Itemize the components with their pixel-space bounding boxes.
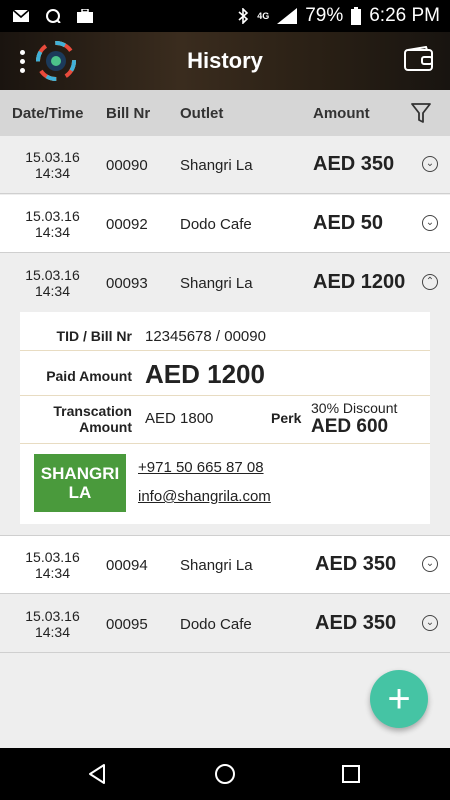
table-row[interactable]: 15.03.16 14:34 00090 Shangri La AED 350 ⌄ — [0, 136, 450, 194]
row-outlet: Shangri La — [180, 275, 253, 292]
chevron-down-icon[interactable]: ⌄ — [422, 615, 438, 631]
row-time: 14:34 — [34, 283, 71, 299]
chevron-down-icon[interactable]: ⌄ — [422, 215, 438, 231]
page-title: History — [187, 48, 263, 73]
back-icon[interactable] — [86, 762, 110, 786]
table-row[interactable]: 15.03.16 14:34 00094 Shangri La AED 350 ⌄ — [0, 536, 450, 594]
outlet-logo: SHANGRI LA — [34, 454, 126, 512]
briefcase-icon — [77, 9, 93, 23]
tid-label: TID / Bill Nr — [56, 328, 132, 344]
tid-value: 12345678 / 00090 — [145, 328, 266, 345]
table-header: Date/Time Bill Nr Outlet Amount — [0, 90, 450, 136]
perk-label: Perk — [271, 410, 302, 426]
table-row[interactable]: 15.03.16 14:34 00095 Dodo Cafe AED 350 ⌄ — [0, 595, 450, 653]
row-outlet: Dodo Cafe — [180, 616, 252, 633]
paid-amount-label: Paid Amount — [46, 368, 132, 384]
battery-icon — [351, 7, 362, 25]
outlet-logo-text-2: LA — [68, 483, 92, 502]
system-nav-bar — [0, 748, 450, 800]
row-bill-nr: 00093 — [106, 275, 148, 292]
row-date: 15.03.16 — [25, 208, 80, 224]
outlet-phone-link[interactable]: +971 50 665 87 08 — [138, 459, 264, 476]
outlet-logo-text: SHANGRI — [40, 464, 120, 483]
clock: 6:26 PM — [369, 5, 440, 26]
row-bill-nr: 00095 — [106, 616, 148, 633]
row-amount: AED 350 — [313, 153, 395, 175]
transaction-amount-value: AED 1800 — [145, 410, 214, 427]
transaction-amount-label-2: Amount — [79, 419, 132, 435]
status-bar: 4G 79% 6:26 PM — [0, 0, 450, 32]
bill-detail-card: TID / Bill Nr 12345678 / 00090 Paid Amou… — [20, 312, 430, 524]
divider — [20, 395, 430, 396]
notification-icons — [12, 9, 94, 23]
row-time: 14:34 — [34, 624, 71, 640]
col-amount[interactable]: Amount — [313, 105, 370, 122]
perk-value: AED 600 — [311, 416, 389, 437]
app-header: History — [0, 32, 450, 90]
chat-icon — [46, 9, 61, 23]
battery-percent: 79% — [305, 5, 344, 26]
network-type: 4G — [257, 10, 270, 21]
row-date: 15.03.16 — [25, 549, 80, 565]
row-amount: AED 350 — [315, 612, 397, 634]
signal-icon — [277, 8, 298, 24]
chevron-down-icon[interactable]: ⌄ — [422, 556, 438, 572]
paid-amount-value: AED 1200 — [145, 359, 265, 389]
perk-description: 30% Discount — [311, 400, 398, 416]
row-amount: AED 50 — [313, 212, 384, 234]
table-row[interactable]: 15.03.16 14:34 00092 Dodo Cafe AED 50 ⌄ — [0, 195, 450, 253]
divider — [20, 350, 430, 351]
mail-icon — [12, 9, 30, 22]
filter-icon[interactable] — [410, 102, 432, 124]
chevron-down-icon[interactable]: ⌄ — [422, 156, 438, 172]
row-time: 14:34 — [34, 165, 71, 181]
row-date: 15.03.16 — [25, 267, 80, 283]
outlet-email-link[interactable]: info@shangrila.com — [138, 488, 271, 505]
row-bill-nr: 00094 — [106, 557, 148, 574]
divider — [20, 443, 430, 444]
row-bill-nr: 00092 — [106, 216, 148, 233]
recents-icon[interactable] — [339, 762, 363, 786]
row-outlet: Shangri La — [180, 557, 253, 574]
system-icons: 4G 79% 6:26 PM — [237, 5, 440, 27]
table-row-expanded[interactable]: 15.03.16 14:34 00093 Shangri La AED 1200 … — [0, 254, 450, 312]
bluetooth-icon — [238, 8, 249, 24]
add-button[interactable]: + — [370, 670, 428, 728]
bill-detail-panel: TID / Bill Nr 12345678 / 00090 Paid Amou… — [0, 312, 450, 536]
home-icon[interactable] — [213, 762, 237, 786]
row-amount: AED 1200 — [313, 271, 406, 293]
col-bill-nr[interactable]: Bill Nr — [106, 105, 150, 122]
row-amount: AED 350 — [315, 553, 397, 575]
row-outlet: Dodo Cafe — [180, 216, 252, 233]
col-date-time[interactable]: Date/Time — [12, 105, 83, 122]
row-date: 15.03.16 — [25, 149, 80, 165]
row-time: 14:34 — [34, 565, 71, 581]
transaction-amount-label: Transcation — [53, 403, 132, 419]
row-bill-nr: 00090 — [106, 157, 148, 174]
row-date: 15.03.16 — [25, 608, 80, 624]
row-outlet: Shangri La — [180, 157, 253, 174]
chevron-up-icon[interactable]: ⌃ — [422, 274, 438, 290]
col-outlet[interactable]: Outlet — [180, 105, 223, 122]
wallet-icon[interactable] — [404, 46, 434, 72]
row-time: 14:34 — [34, 224, 71, 240]
